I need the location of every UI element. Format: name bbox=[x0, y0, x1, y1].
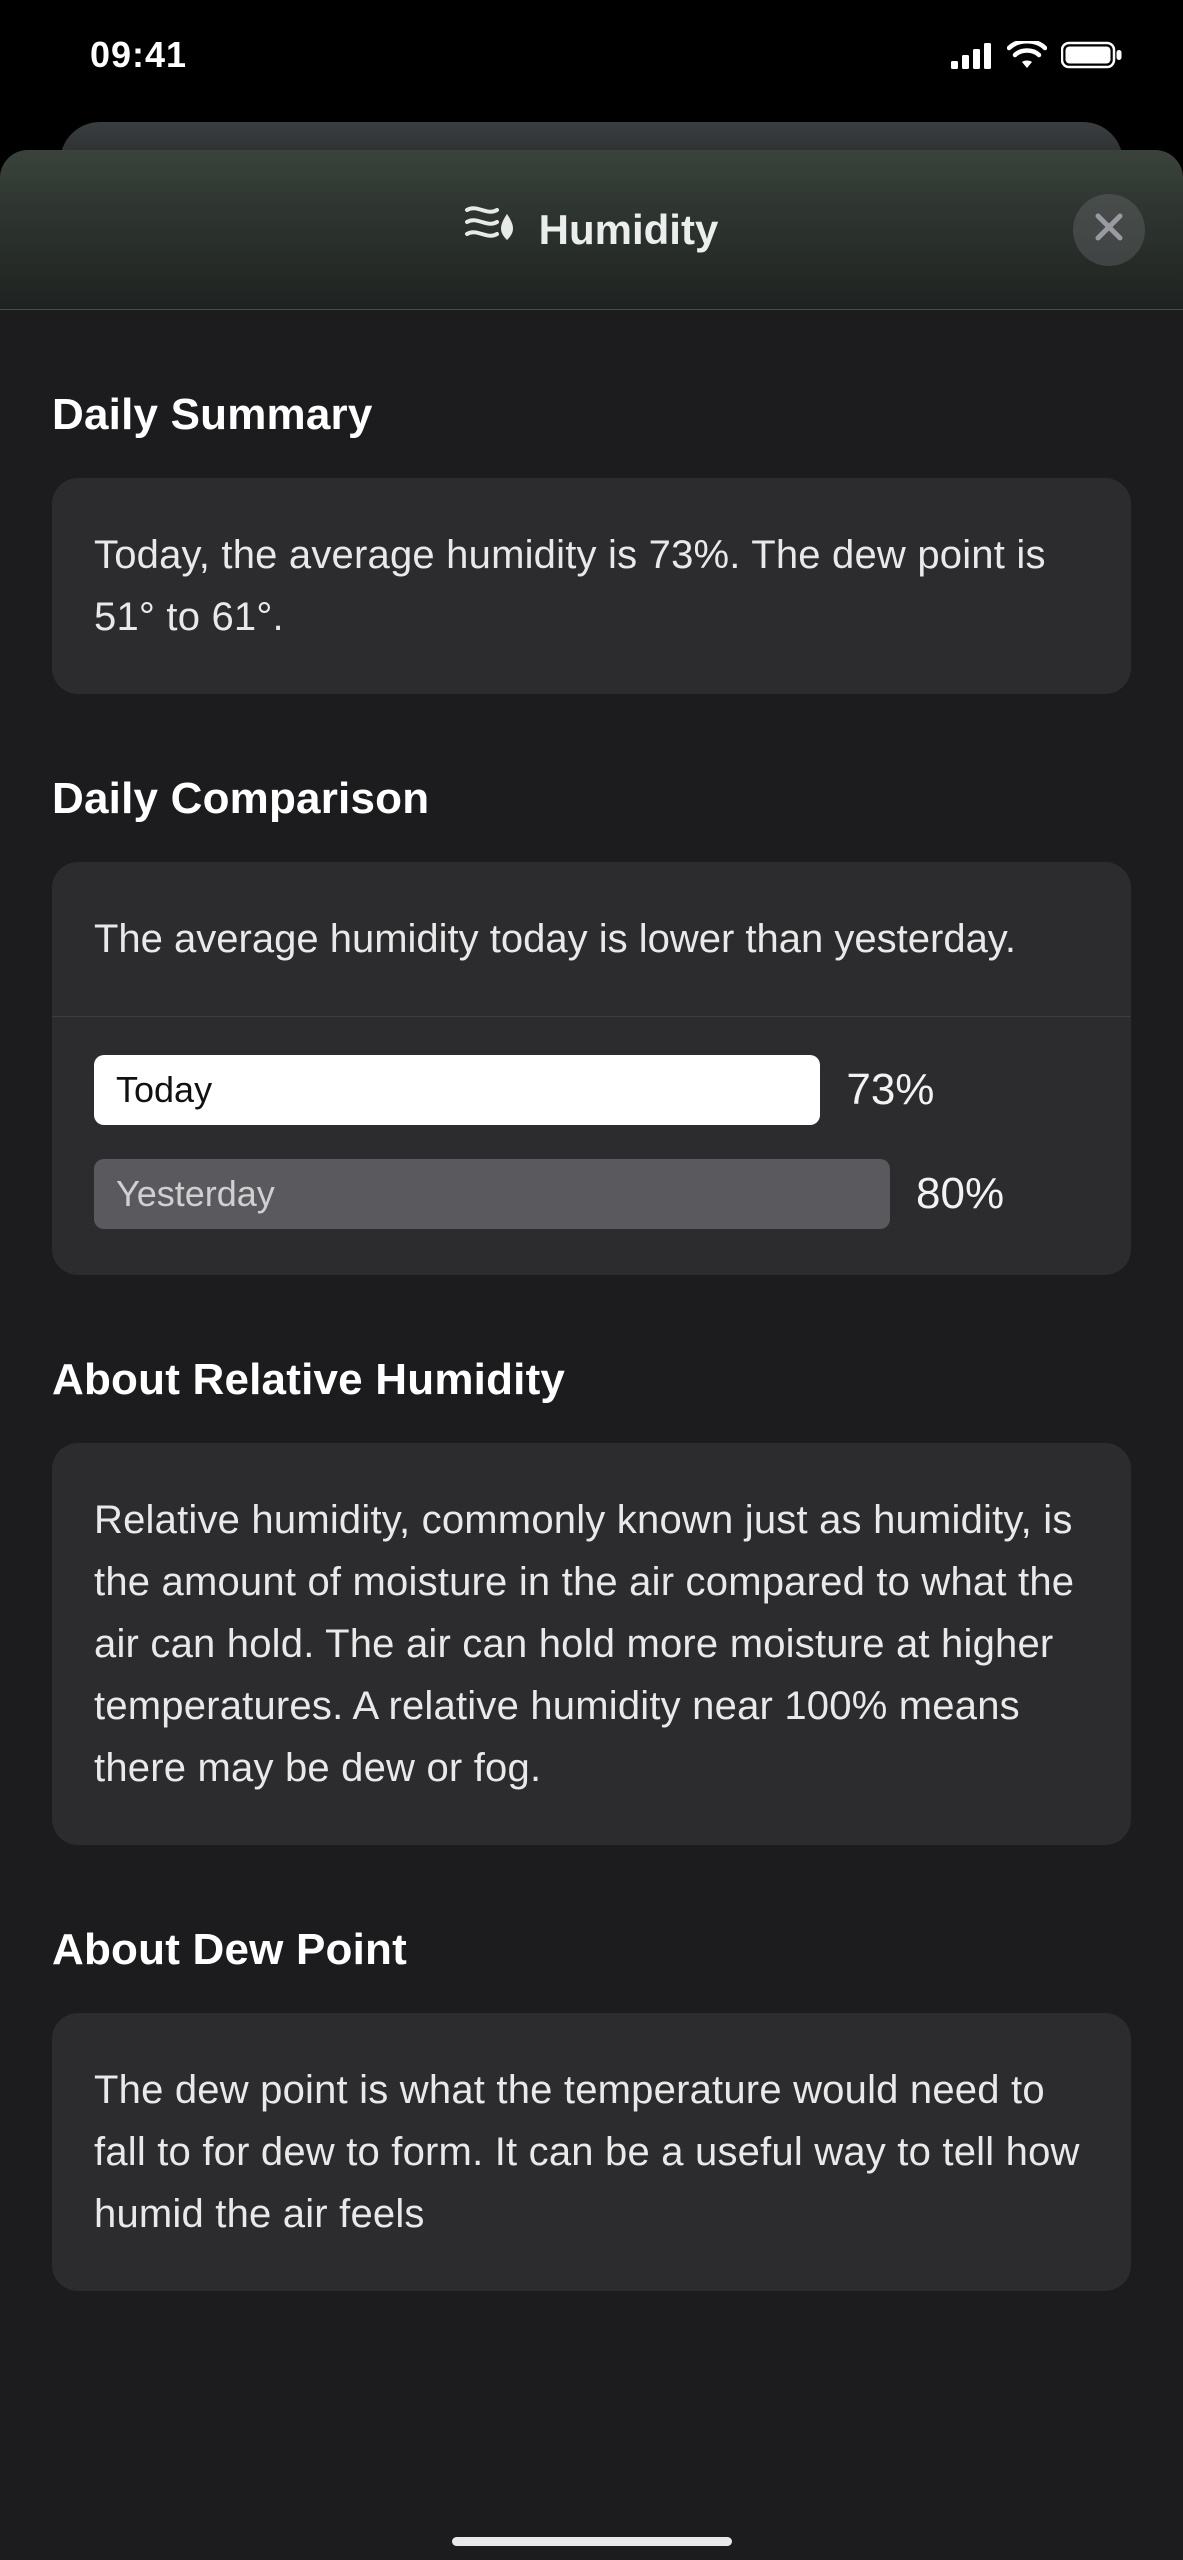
section-heading-about-humidity: About Relative Humidity bbox=[52, 1355, 1131, 1405]
comparison-card: The average humidity today is lower than… bbox=[52, 862, 1131, 1275]
section-heading-summary: Daily Summary bbox=[52, 390, 1131, 440]
sheet-title-text: Humidity bbox=[539, 206, 719, 254]
comparison-bars: Today 73% Yesterday 80% bbox=[52, 1017, 1131, 1275]
bar-today-label: Today bbox=[116, 1069, 212, 1111]
wifi-icon bbox=[1007, 41, 1047, 69]
screen: 09:41 bbox=[0, 0, 1183, 2560]
bar-yesterday: Yesterday bbox=[94, 1159, 890, 1229]
sheet-header: Humidity bbox=[0, 150, 1183, 310]
bar-yesterday-label: Yesterday bbox=[116, 1173, 275, 1215]
battery-icon bbox=[1061, 41, 1123, 69]
section-heading-about-dewpoint: About Dew Point bbox=[52, 1925, 1131, 1975]
about-dewpoint-card: The dew point is what the temperature wo… bbox=[52, 2013, 1131, 2291]
sheet-title: Humidity bbox=[465, 202, 719, 258]
home-indicator[interactable] bbox=[452, 2537, 732, 2546]
bar-today-value: 73% bbox=[846, 1065, 966, 1115]
humidity-detail-sheet: Humidity Daily Summary Today, the averag… bbox=[0, 150, 1183, 2560]
status-bar: 09:41 bbox=[0, 0, 1183, 110]
summary-card: Today, the average humidity is 73%. The … bbox=[52, 478, 1131, 694]
section-heading-comparison: Daily Comparison bbox=[52, 774, 1131, 824]
close-icon bbox=[1094, 212, 1124, 247]
close-button[interactable] bbox=[1073, 194, 1145, 266]
cellular-icon bbox=[951, 41, 993, 69]
status-time: 09:41 bbox=[90, 34, 187, 76]
about-dewpoint-text: The dew point is what the temperature wo… bbox=[94, 2059, 1089, 2245]
summary-text: Today, the average humidity is 73%. The … bbox=[94, 524, 1089, 648]
bar-row-yesterday: Yesterday 80% bbox=[94, 1159, 1089, 1229]
bar-yesterday-value: 80% bbox=[916, 1169, 1036, 1219]
humidity-icon bbox=[465, 202, 521, 258]
about-humidity-text: Relative humidity, commonly known just a… bbox=[94, 1489, 1089, 1799]
about-humidity-card: Relative humidity, commonly known just a… bbox=[52, 1443, 1131, 1845]
sheet-body[interactable]: Daily Summary Today, the average humidit… bbox=[0, 390, 1183, 2331]
comparison-intro: The average humidity today is lower than… bbox=[52, 862, 1131, 1017]
bar-today: Today bbox=[94, 1055, 820, 1125]
bar-row-today: Today 73% bbox=[94, 1055, 1089, 1125]
status-indicators bbox=[951, 41, 1123, 69]
